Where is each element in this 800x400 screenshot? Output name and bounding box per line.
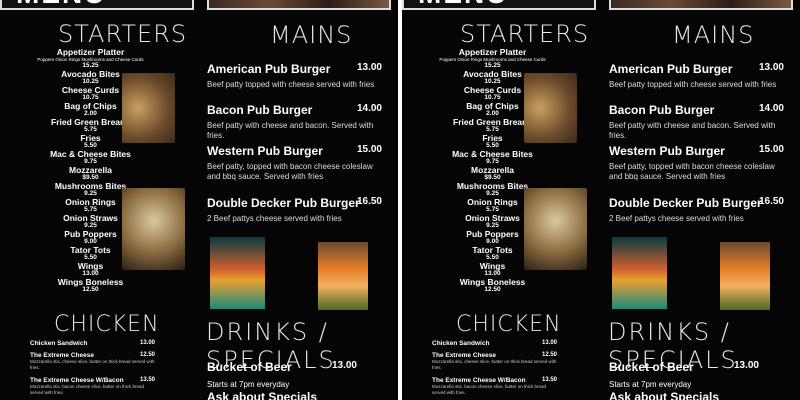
main-item: Bacon Pub Burger 14.00 Beef patty with c…: [207, 103, 382, 141]
menu-title-box: MENU: [402, 0, 596, 10]
main-desc: Beef patty with cheese and bacon. Served…: [609, 121, 776, 140]
main-name: Western Pub Burger: [609, 144, 725, 158]
header-photo: [609, 0, 793, 10]
bucket-desc: Starts at 7pm everyday: [609, 380, 692, 389]
main-name: American Pub Burger: [609, 62, 733, 76]
main-price: 14.00: [356, 103, 382, 114]
chicken-desc: Mozzarella stix, cheese slice, butter on…: [30, 359, 155, 370]
food-photo-avocado: [524, 73, 577, 143]
chicken-name: Chicken Sandwich: [30, 340, 88, 347]
drink-photo-beer: [318, 242, 368, 310]
drink-photo-cocktail: [612, 237, 667, 309]
main-name: Double Decker Pub Burger: [207, 196, 360, 210]
main-price: 15.00: [758, 144, 784, 155]
menu-title: MENU: [418, 0, 508, 10]
main-item: Western Pub Burger 15.00 Beef patty, top…: [609, 144, 784, 182]
starter-item: Mozzarella $9.50: [28, 165, 153, 181]
chicken-name: The Extreme Cheese: [30, 352, 94, 359]
main-item: American Pub Burger 13.00 Beef patty top…: [207, 62, 382, 90]
main-price: 16.50: [758, 196, 784, 207]
header-photo: [207, 0, 391, 10]
chicken-item: Chicken Sandwich 13.00: [30, 340, 155, 347]
chicken-desc: Mozzarella stix, bacon cheese slice, but…: [30, 384, 145, 395]
chicken-price: 13.50: [541, 377, 557, 383]
chicken-item: The Extreme Cheese W/Bacon 13.50 Mozzare…: [30, 377, 155, 396]
main-name: Bacon Pub Burger: [207, 103, 313, 117]
starter-item: Mozzarella $9.50: [430, 165, 555, 181]
main-item: Double Decker Pub Burger 16.50 2 Beef pa…: [609, 196, 784, 224]
drink-photo-cocktail: [210, 237, 265, 309]
chicken-price: 12.50: [139, 352, 155, 358]
main-desc: Beef patty with cheese and bacon. Served…: [207, 121, 374, 140]
chicken-name: The Extreme Cheese W/Bacon: [30, 377, 124, 384]
menu-panel-left: MENU STARTERS MAINS CHICKEN DRINKS / SPE…: [0, 0, 398, 400]
starter-item: Appetizer Platter Poppers Onion Rings Mu…: [430, 47, 555, 69]
starter-item: Wings Boneless 12.50: [430, 277, 555, 293]
starter-name: Appetizer Platter: [458, 47, 527, 57]
bucket-desc: Starts at 7pm everyday: [207, 380, 290, 389]
chicken-name: The Extreme Cheese: [432, 352, 496, 359]
chicken-desc: Mozzarella stix, bacon cheese slice, but…: [432, 384, 547, 395]
starter-price: 12.50: [82, 286, 99, 293]
ask-about-specials: Ask about Specials: [207, 390, 318, 400]
food-photo-bites: [524, 188, 587, 270]
main-item: American Pub Burger 13.00 Beef patty top…: [609, 62, 784, 90]
main-price: 15.00: [356, 144, 382, 155]
section-chicken: CHICKEN: [456, 312, 562, 337]
chicken-name: The Extreme Cheese W/Bacon: [432, 377, 526, 384]
section-starters: STARTERS: [58, 20, 188, 48]
main-name: Bacon Pub Burger: [609, 103, 715, 117]
drink-photo-beer: [720, 242, 770, 310]
menu-title-box: MENU: [0, 0, 194, 10]
food-photo-bites: [122, 188, 185, 270]
chicken-price: 12.50: [541, 352, 557, 358]
main-desc: Beef patty, topped with bacon cheese col…: [609, 162, 775, 181]
section-chicken: CHICKEN: [54, 312, 160, 337]
bucket-of-beer: Bucket of Beer 13.00 Starts at 7pm every…: [207, 360, 357, 389]
main-desc: Beef patty, topped with bacon cheese col…: [207, 162, 373, 181]
starter-name: Appetizer Platter: [56, 47, 125, 57]
starter-item: Wings Boneless 12.50: [28, 277, 153, 293]
chicken-item: The Extreme Cheese 12.50 Mozzarella stix…: [432, 352, 557, 371]
chicken-price: 13.00: [139, 340, 155, 346]
starter-item: Mac & Cheese Bites 9.75: [28, 149, 153, 165]
menu-title: MENU: [16, 0, 106, 10]
section-starters: STARTERS: [460, 20, 590, 48]
main-price: 13.00: [758, 62, 784, 73]
bucket-price: 13.00: [733, 360, 759, 371]
main-item: Double Decker Pub Burger 16.50 2 Beef pa…: [207, 196, 382, 224]
main-desc: Beef patty topped with cheese served wit…: [207, 80, 375, 89]
bucket-of-beer: Bucket of Beer 13.00 Starts at 7pm every…: [609, 360, 759, 389]
chicken-item: Chicken Sandwich 13.00: [432, 340, 557, 347]
main-price: 16.50: [356, 196, 382, 207]
main-name: Double Decker Pub Burger: [609, 196, 762, 210]
main-price: 13.00: [356, 62, 382, 73]
food-photo-avocado: [122, 73, 175, 143]
ask-about-specials: Ask about Specials: [609, 390, 720, 400]
chicken-price: 13.50: [139, 377, 155, 383]
chicken-item: The Extreme Cheese 12.50 Mozzarella stix…: [30, 352, 155, 371]
starter-price: 12.50: [484, 286, 501, 293]
section-mains: MAINS: [672, 21, 755, 49]
chicken-price: 13.00: [541, 340, 557, 346]
main-item: Western Pub Burger 15.00 Beef patty, top…: [207, 144, 382, 182]
main-price: 14.00: [758, 103, 784, 114]
starter-item: Mac & Cheese Bites 9.75: [430, 149, 555, 165]
menu-panel-right: MENU STARTERS MAINS CHICKEN DRINKS / SPE…: [402, 0, 800, 400]
main-desc: 2 Beef pattys cheese served with fries: [207, 214, 342, 223]
chicken-desc: Mozzarella stix, cheese slice, butter on…: [432, 359, 557, 370]
section-mains: MAINS: [270, 21, 353, 49]
main-desc: 2 Beef pattys cheese served with fries: [609, 214, 744, 223]
main-name: American Pub Burger: [207, 62, 331, 76]
chicken-name: Chicken Sandwich: [432, 340, 490, 347]
main-name: Western Pub Burger: [207, 144, 323, 158]
starter-item: Appetizer Platter Poppers Onion Rings Mu…: [28, 47, 153, 69]
bucket-price: 13.00: [331, 360, 357, 371]
main-desc: Beef patty topped with cheese served wit…: [609, 80, 777, 89]
chicken-item: The Extreme Cheese W/Bacon 13.50 Mozzare…: [432, 377, 557, 396]
main-item: Bacon Pub Burger 14.00 Beef patty with c…: [609, 103, 784, 141]
